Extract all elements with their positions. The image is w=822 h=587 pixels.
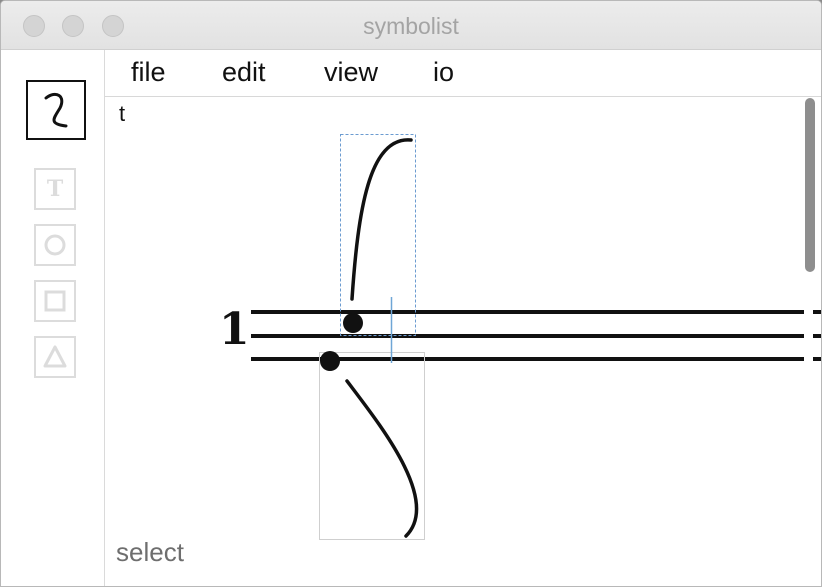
symbolist-window: symbolist T file edit view io t 1 select — [0, 0, 822, 587]
score-graphics — [251, 134, 821, 540]
mode-status: select — [116, 537, 184, 567]
bounding-box-lower[interactable] — [319, 352, 425, 540]
upper-note-head[interactable] — [343, 313, 363, 333]
lower-curve-stroke[interactable] — [345, 379, 419, 538]
lower-note-head[interactable] — [320, 351, 340, 371]
selection-box-upper[interactable] — [340, 134, 416, 336]
upper-curve-stroke[interactable] — [350, 138, 413, 301]
